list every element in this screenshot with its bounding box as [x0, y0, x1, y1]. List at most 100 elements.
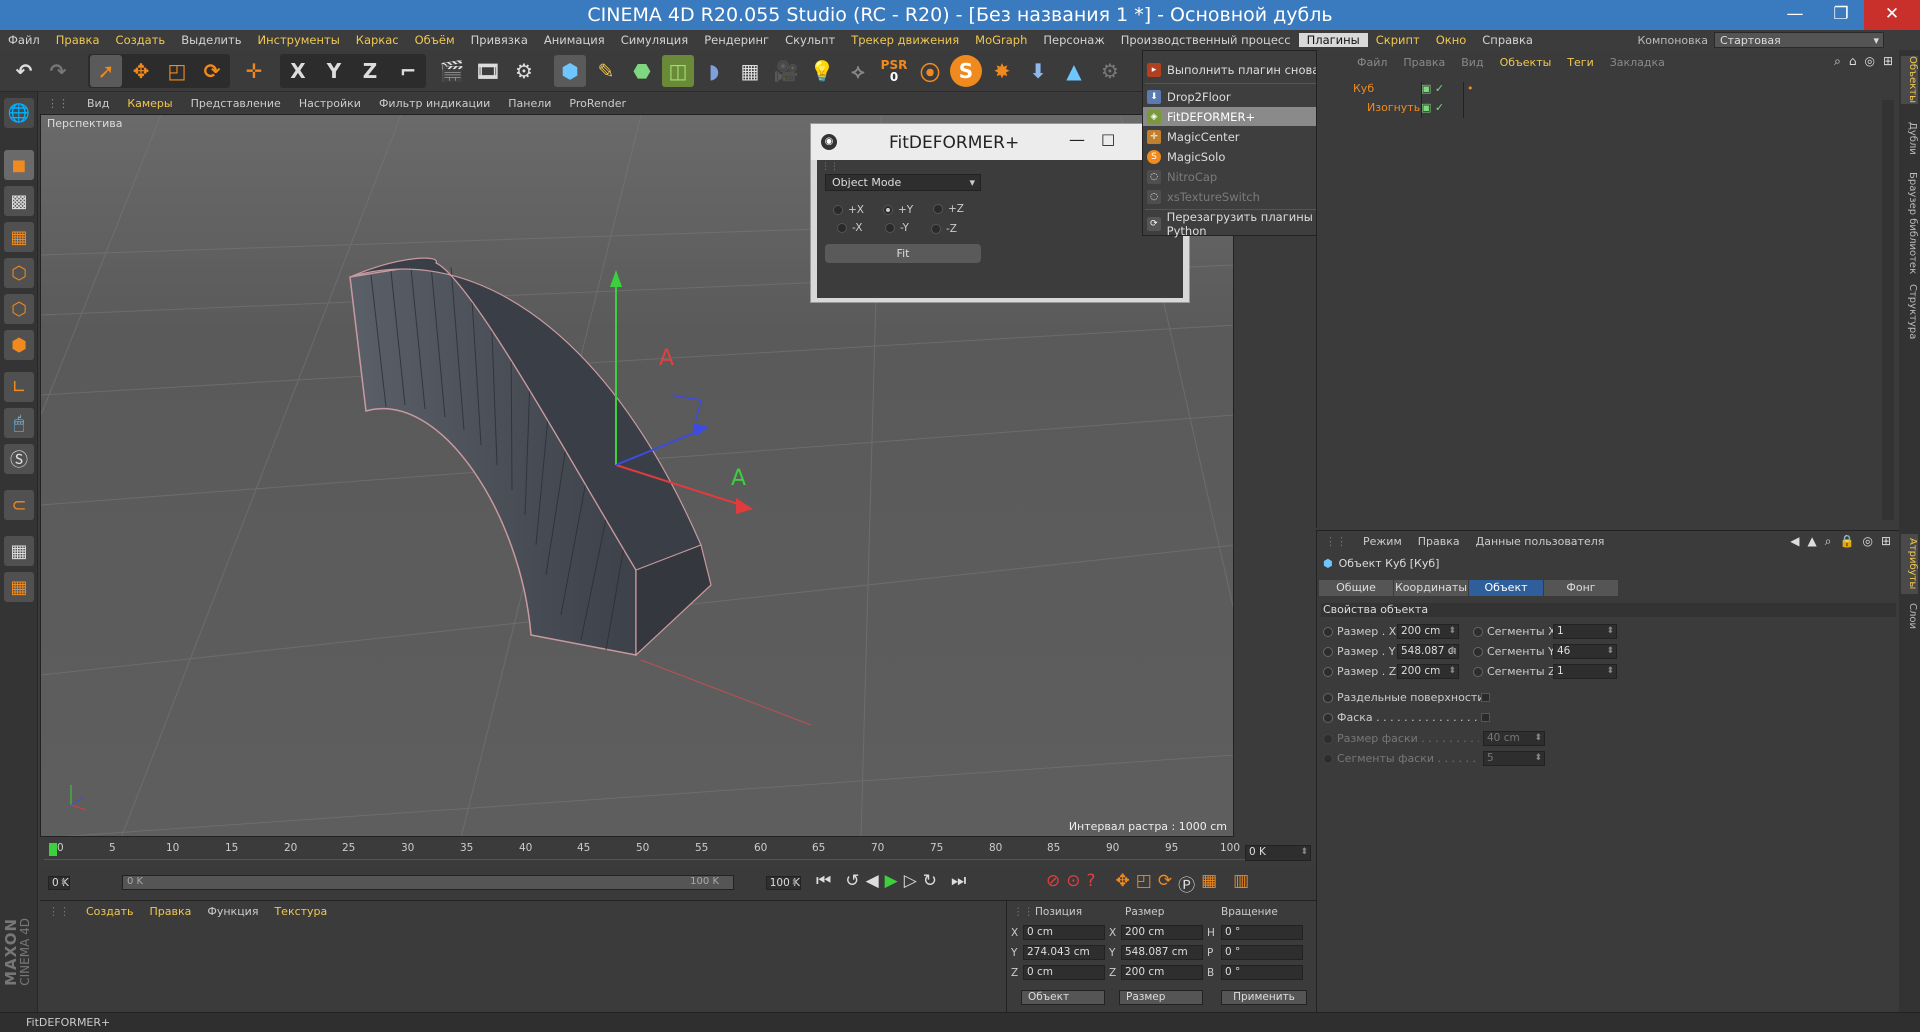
fillet-checkbox[interactable]	[1481, 713, 1490, 722]
mat-menu-edit[interactable]: Правка	[142, 905, 200, 918]
attr-tab-coord[interactable]: Координаты	[1394, 580, 1468, 596]
gear-icon[interactable]: ⚙	[1094, 55, 1126, 87]
coord-mode-dropdown[interactable]: Объект	[1021, 990, 1105, 1005]
bend-deformer-icon[interactable]: ◗	[698, 55, 730, 87]
visibility-check-icon[interactable]: ▣ ✓	[1421, 82, 1444, 95]
close-button[interactable]: ✕	[1864, 0, 1920, 30]
tab-takes[interactable]: Дубли	[1901, 118, 1918, 158]
axis-mode-icon[interactable]: ∟	[4, 372, 34, 402]
polygons-mode-icon[interactable]: ⬢	[4, 330, 34, 360]
light-icon[interactable]: 💡	[806, 55, 838, 87]
playhead[interactable]	[49, 843, 57, 856]
separate-surfaces-checkbox[interactable]	[1481, 693, 1490, 702]
menu-edit[interactable]: Правка	[48, 33, 108, 47]
attr-tab-object[interactable]: Объект	[1469, 580, 1543, 596]
attr-tab-basic[interactable]: Общие	[1319, 580, 1393, 596]
menu-script[interactable]: Скрипт	[1368, 33, 1428, 47]
spread-icon[interactable]: ✸	[986, 55, 1018, 87]
psr-icon[interactable]: PSR 0	[878, 55, 910, 87]
drop-icon[interactable]: ⬇	[1022, 55, 1054, 87]
solo-icon[interactable]: Ⓢ	[4, 444, 34, 474]
points-mode-icon[interactable]: ⬡	[4, 258, 34, 288]
segments-x-field[interactable]: 1	[1553, 624, 1617, 639]
up-arrow-icon[interactable]: ▲	[1808, 534, 1817, 549]
om-scrollbar[interactable]	[1882, 100, 1894, 520]
fitdeformer-minimize-button[interactable]: —	[1069, 130, 1085, 149]
maximize-button[interactable]: ❐	[1818, 0, 1864, 30]
mat-menu-texture[interactable]: Текстура	[266, 905, 335, 918]
object-row-bend[interactable]: Изогнуть ▣ ✓	[1317, 101, 1900, 119]
tab-objects[interactable]: Объекты	[1901, 56, 1918, 104]
tab-structure[interactable]: Структура	[1901, 282, 1918, 342]
snap-magnet-icon[interactable]: ⊂	[4, 490, 34, 520]
viewport-menu-prorender[interactable]: ProRender	[560, 97, 635, 110]
coord-size-mode-dropdown[interactable]: Размер	[1119, 990, 1203, 1005]
menu-plugins[interactable]: Плагины	[1298, 33, 1368, 47]
viewport-menu-panel[interactable]: Панели	[499, 97, 560, 110]
size-x-field[interactable]: 200 cm	[1397, 624, 1459, 639]
radio-plus-y[interactable]: +Y	[883, 204, 913, 216]
search-icon[interactable]: ⌕	[1825, 534, 1832, 549]
previous-frame-icon[interactable]: ◀	[866, 871, 879, 891]
menu-volume[interactable]: Объём	[407, 33, 463, 47]
mat-menu-create[interactable]: Создать	[78, 905, 142, 918]
tab-attributes[interactable]: Атрибуты	[1901, 534, 1918, 594]
cone-icon[interactable]: ▲	[1058, 55, 1090, 87]
sphere-globe-icon[interactable]: 🌐	[4, 98, 34, 128]
menu-create[interactable]: Создать	[108, 33, 174, 47]
key-pla-icon[interactable]: ▦	[1201, 871, 1217, 896]
fitdeformer-maximize-button[interactable]: □	[1101, 130, 1115, 148]
previous-key-icon[interactable]: ↺	[845, 871, 859, 891]
menu-sculpt[interactable]: Скульпт	[777, 33, 843, 47]
om-menu-tags[interactable]: Теги	[1559, 56, 1601, 72]
preview-range-slider[interactable]: 0 K 100 K	[122, 875, 734, 890]
rotate-icon[interactable]: ⟳	[196, 55, 228, 87]
end-frame-field[interactable]: 100 K	[765, 876, 801, 890]
position-z-field[interactable]: 0 cm	[1023, 965, 1105, 980]
rotation-b-field[interactable]: 0 °	[1221, 965, 1303, 980]
camera-icon[interactable]: 🎥	[770, 55, 802, 87]
undo-icon[interactable]: ↶	[8, 55, 40, 87]
start-frame-field[interactable]: 0 K	[48, 876, 70, 890]
s-plugin-icon[interactable]: S	[950, 55, 982, 87]
fillet-segments-field[interactable]: 5	[1483, 751, 1545, 766]
attr-menu-edit[interactable]: Правка	[1410, 535, 1468, 548]
menu-render[interactable]: Рендеринг	[696, 33, 777, 47]
attr-menu-mode[interactable]: Режим	[1355, 535, 1410, 548]
move-icon[interactable]: ✥	[125, 55, 157, 87]
pen-icon[interactable]: ✎	[590, 55, 622, 87]
size-z-field[interactable]: 200 cm	[1397, 664, 1459, 679]
menu-character[interactable]: Персонаж	[1035, 33, 1112, 47]
radio-plus-z[interactable]: +Z	[933, 203, 964, 215]
viewport-menu-filter[interactable]: Фильтр индикации	[370, 97, 499, 110]
menu-help[interactable]: Справка	[1474, 33, 1541, 47]
y-axis-lock[interactable]: Y	[318, 55, 350, 87]
autokey-icon[interactable]: ⊙	[1066, 871, 1080, 896]
viewport-menu-cameras[interactable]: Камеры	[118, 97, 181, 110]
select-arrow-icon[interactable]: ➚	[90, 55, 122, 87]
minimize-button[interactable]: —	[1772, 0, 1818, 30]
new-window-icon[interactable]: ⊞	[1881, 534, 1891, 549]
array-icon[interactable]: ◫	[662, 55, 694, 87]
apply-button[interactable]: Применить	[1221, 990, 1307, 1005]
model-mode-icon[interactable]: ◼	[4, 150, 34, 180]
fit-button[interactable]: Fit	[825, 244, 981, 263]
segments-y-field[interactable]: 46	[1553, 644, 1617, 659]
edges-mode-icon[interactable]: ⬡	[4, 294, 34, 324]
texture-mode-icon[interactable]: ▩	[4, 186, 34, 216]
mode-select[interactable]: Object Mode	[825, 174, 981, 191]
x-axis-lock[interactable]: X	[282, 55, 314, 87]
z-axis-lock[interactable]: Z	[354, 55, 386, 87]
radio-minus-x[interactable]: -X	[837, 222, 862, 234]
cube-icon[interactable]: ⬢	[554, 55, 586, 87]
record-keys-icon[interactable]: ⊘	[1046, 871, 1060, 896]
rotation-p-field[interactable]: 0 °	[1221, 945, 1303, 960]
tab-layers[interactable]: Слои	[1901, 598, 1918, 634]
menu-animate[interactable]: Анимация	[536, 33, 613, 47]
scale-icon[interactable]: ◰	[161, 55, 193, 87]
position-x-field[interactable]: 0 cm	[1023, 925, 1105, 940]
render-settings-icon[interactable]: ⚙	[508, 55, 540, 87]
om-menu-view[interactable]: Вид	[1453, 56, 1491, 72]
eye-icon[interactable]: ◎	[1864, 54, 1874, 69]
workplane-grid-icon[interactable]: ▦	[4, 536, 34, 566]
